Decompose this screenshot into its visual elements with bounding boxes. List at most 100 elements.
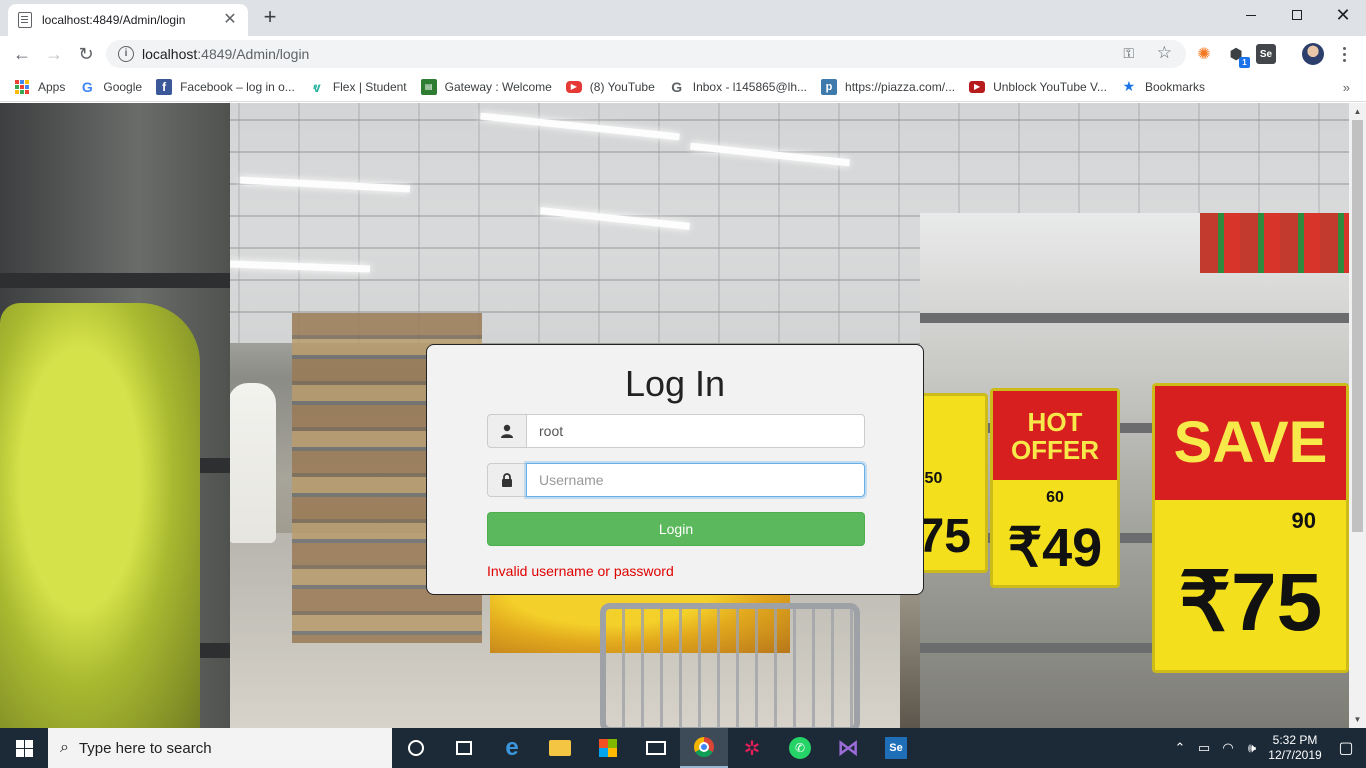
maximize-icon	[1292, 10, 1302, 20]
bookmark-google[interactable]: G Google	[79, 79, 142, 95]
forward-button[interactable]: →	[40, 40, 68, 68]
file-explorer-button[interactable]	[536, 728, 584, 768]
gateway-icon: ▤	[420, 78, 437, 95]
selenium-icon: Se	[885, 737, 907, 759]
bookmark-label: Inbox - l145865@lh...	[692, 79, 808, 94]
edge-icon: e	[505, 734, 519, 761]
wifi-icon[interactable]: ◠	[1216, 740, 1240, 756]
task-view-icon	[456, 741, 472, 755]
google-icon: G	[81, 78, 93, 95]
star-icon: ★	[1122, 78, 1136, 94]
password-input[interactable]	[526, 463, 865, 497]
login-panel: Log In Login Invalid username or passwor…	[426, 344, 924, 595]
selenium-button[interactable]: Se	[872, 728, 920, 768]
background-snack-bags	[0, 303, 200, 728]
close-window-button[interactable]: ✕	[1320, 0, 1366, 30]
scrollbar-thumb[interactable]	[1352, 120, 1363, 532]
price-tag-value: ₹49	[1007, 518, 1103, 578]
battery-icon[interactable]: ▭	[1192, 740, 1216, 756]
bookmark-apps[interactable]: Apps	[14, 79, 65, 95]
extension-cube-icon[interactable]: ⬢ 1	[1226, 44, 1250, 68]
bookmarks-bar: Apps G Google f Facebook – log in o... ⱴ…	[0, 72, 1366, 102]
tab-strip: localhost:4849/Admin/login ✕ + ✕	[0, 0, 1366, 36]
reload-button[interactable]: ↻	[72, 40, 100, 68]
username-group	[487, 414, 865, 448]
bookmark-facebook[interactable]: f Facebook – log in o...	[156, 78, 295, 95]
chrome-icon	[694, 737, 714, 757]
slack-button[interactable]: ✲	[728, 728, 776, 768]
username-input[interactable]	[526, 414, 865, 448]
task-view-button[interactable]	[440, 728, 488, 768]
notification-icon[interactable]: ▢	[1326, 738, 1366, 758]
mail-button[interactable]	[632, 728, 680, 768]
site-info-icon[interactable]: i	[118, 46, 134, 62]
new-tab-button[interactable]: +	[258, 6, 282, 28]
cortana-button[interactable]	[392, 728, 440, 768]
bookmark-unblock-youtube[interactable]: ▶ Unblock YouTube V...	[969, 80, 1107, 94]
chevron-up-icon[interactable]: ⌃	[1168, 740, 1192, 756]
user-icon	[487, 414, 526, 448]
profile-avatar[interactable]	[1302, 43, 1324, 65]
clock[interactable]: 5:32 PM 12/7/2019	[1264, 733, 1326, 763]
lock-icon	[487, 463, 526, 497]
taskbar-search[interactable]: ⌕ Type here to search	[48, 728, 392, 768]
tab-title: localhost:4849/Admin/login	[42, 13, 186, 27]
bookmark-piazza[interactable]: p https://piazza.com/...	[821, 78, 956, 95]
bookmark-star-icon[interactable]: ☆	[1157, 43, 1172, 63]
price-tag-value: ₹75	[1178, 557, 1323, 648]
bookmark-flex[interactable]: ⱴ Flex | Student	[309, 79, 407, 95]
store-button[interactable]	[584, 728, 632, 768]
scroll-up-icon[interactable]: ▲	[1349, 103, 1366, 120]
back-button[interactable]: ←	[8, 40, 36, 68]
bookmark-label: Bookmarks	[1144, 79, 1205, 94]
hot-offer-sign: HOT OFFER	[993, 391, 1117, 481]
bookmark-folder[interactable]: ★ Bookmarks	[1121, 78, 1205, 95]
folder-icon	[549, 740, 571, 756]
bookmark-label: Facebook – log in o...	[180, 79, 295, 94]
minimize-icon	[1246, 14, 1256, 16]
system-tray: ⌃ ▭ ◠ 🕪 5:32 PM 12/7/2019 ▢	[1168, 728, 1366, 768]
save-sign: SAVE	[1155, 386, 1346, 500]
login-button[interactable]: Login	[487, 512, 865, 546]
selenium-extension-icon[interactable]: Se	[1256, 44, 1276, 64]
price-tag: SAVE 90 ₹75	[1152, 383, 1349, 673]
background-person	[228, 383, 276, 543]
facebook-icon: f	[156, 78, 173, 95]
bookmark-label: Gateway : Welcome	[444, 79, 552, 94]
more-bookmarks-icon[interactable]: »	[1343, 80, 1350, 95]
bookmark-gateway[interactable]: ▤ Gateway : Welcome	[420, 78, 552, 95]
chrome-button[interactable]	[680, 728, 728, 768]
browser-tab[interactable]: localhost:4849/Admin/login ✕	[8, 4, 248, 36]
start-button[interactable]	[0, 728, 48, 768]
background-boxes	[1200, 213, 1349, 273]
visual-studio-button[interactable]: ⋈	[824, 728, 872, 768]
maximize-button[interactable]	[1274, 0, 1320, 30]
windows-logo-icon	[15, 739, 33, 757]
cortana-icon	[408, 740, 424, 756]
search-icon: ⌕	[60, 739, 69, 756]
browser-menu-icon[interactable]	[1334, 44, 1354, 64]
windows-taskbar: ⌕ Type here to search e ✲ ✆ ⋈ Se ⌃ ▭ ◠ 🕪…	[0, 728, 1366, 768]
extension-badge: 1	[1239, 57, 1250, 68]
flex-icon: ⱴ	[312, 78, 321, 95]
scroll-down-icon[interactable]: ▼	[1349, 711, 1366, 728]
bookmark-label: Flex | Student	[332, 79, 407, 94]
extension-orange-icon[interactable]: ✺	[1194, 44, 1214, 64]
bookmark-label: Unblock YouTube V...	[993, 79, 1107, 94]
password-group	[487, 463, 865, 497]
page-icon	[18, 12, 32, 28]
page-viewport: 150 ₹75 HOT OFFER 60 ₹49 SAVE 90 ₹75 Log…	[0, 103, 1349, 728]
bookmark-label: https://piazza.com/...	[845, 79, 956, 94]
edge-button[interactable]: e	[488, 728, 536, 768]
bookmark-youtube[interactable]: ▶ (8) YouTube	[565, 80, 655, 94]
page-scrollbar[interactable]: ▲ ▼	[1349, 103, 1366, 728]
volume-icon[interactable]: 🕪	[1240, 740, 1264, 756]
whatsapp-button[interactable]: ✆	[776, 728, 824, 768]
address-bar[interactable]: i localhost:4849/Admin/login ⚿ ☆	[106, 40, 1186, 68]
key-icon[interactable]: ⚿	[1123, 45, 1134, 62]
visual-studio-icon: ⋈	[837, 735, 859, 760]
bookmark-inbox[interactable]: G Inbox - l145865@lh...	[669, 79, 807, 95]
minimize-button[interactable]	[1228, 0, 1274, 30]
browser-toolbar: ← → ↻ i localhost:4849/Admin/login ⚿ ☆ ✺…	[0, 36, 1366, 72]
close-tab-icon[interactable]: ✕	[222, 12, 238, 28]
